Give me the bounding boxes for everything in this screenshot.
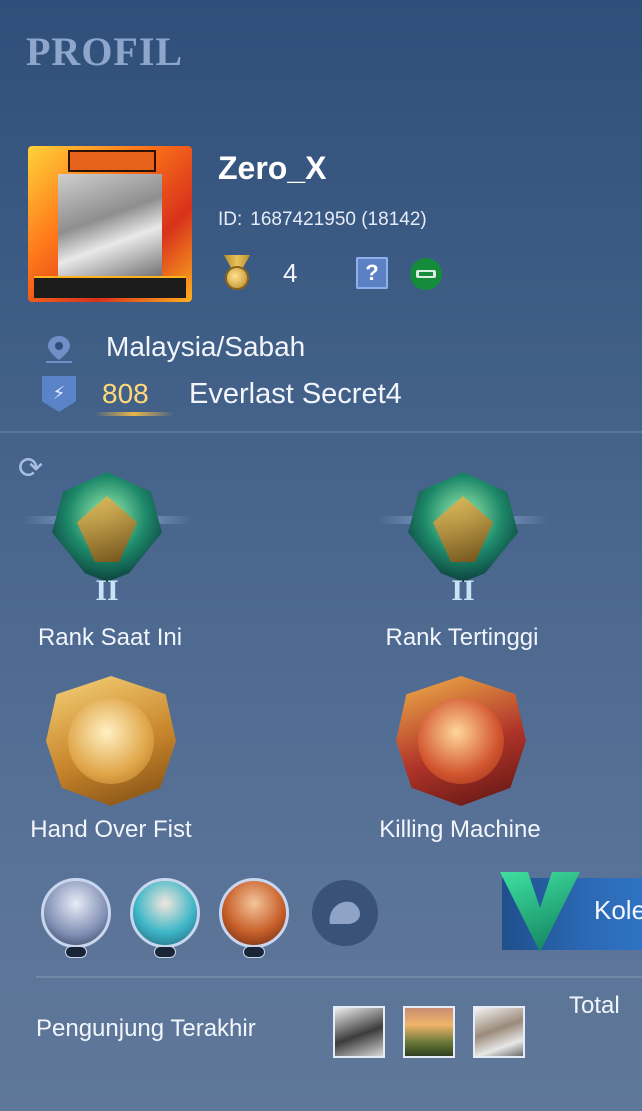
squad-shield-icon: ⚡ — [42, 376, 76, 412]
favorite-hero-1[interactable] — [41, 878, 111, 948]
player-id: ID: 1687421950 (18142) — [218, 209, 427, 231]
rank-current-tier: II — [95, 574, 119, 607]
avatar-photo — [58, 174, 162, 286]
squad-name[interactable]: Everlast Secret4 — [189, 378, 402, 411]
favorite-hero-3[interactable] — [219, 878, 289, 948]
divider — [36, 976, 642, 978]
recent-visitors-label: Pengunjung Terakhir — [36, 1015, 256, 1042]
unknown-badge-icon[interactable]: ? — [356, 257, 388, 289]
avatar-frame-base — [34, 276, 186, 298]
page-title: PROFIL — [26, 29, 184, 74]
rank-current-badge[interactable]: II — [22, 466, 192, 616]
username: Zero_X — [218, 150, 327, 186]
total-label: Total — [569, 992, 620, 1019]
achievement-killing-machine-label: Killing Machine — [379, 816, 541, 843]
divider — [0, 431, 642, 433]
achievement-killing-machine-badge[interactable] — [396, 676, 526, 806]
achievement-hand-over-fist-label: Hand Over Fist — [30, 816, 192, 843]
player-id-label: ID: — [218, 209, 243, 230]
squad-level: 808 — [102, 378, 149, 409]
hero-tag-icon — [243, 946, 265, 958]
avatar[interactable] — [28, 146, 192, 302]
visitor-avatar-2[interactable] — [403, 1006, 455, 1058]
medal-count: 4 — [283, 258, 298, 288]
medal-icon[interactable] — [220, 255, 254, 293]
avatar-banner — [68, 150, 156, 172]
favorite-hero-2[interactable] — [130, 878, 200, 948]
visitor-avatar-1[interactable] — [333, 1006, 385, 1058]
hero-placeholder-icon[interactable] — [312, 880, 378, 946]
flag-icon[interactable] — [410, 258, 442, 290]
rank-current-label: Rank Saat Ini — [37, 624, 183, 651]
achievement-hand-over-fist-badge[interactable] — [46, 676, 176, 806]
location-pin-icon — [42, 334, 76, 364]
hero-tag-icon — [154, 946, 176, 958]
squad-level-underline — [94, 412, 174, 416]
hero-tag-icon — [65, 946, 87, 958]
rank-highest-label: Rank Tertinggi — [385, 624, 539, 651]
rank-highest-tier: II — [451, 574, 475, 607]
rank-highest-badge[interactable]: II — [378, 466, 548, 616]
visitor-avatar-3[interactable] — [473, 1006, 525, 1058]
collection-label: Kole — [594, 895, 642, 925]
player-id-value: 1687421950 (18142) — [250, 209, 427, 230]
location-text: Malaysia/Sabah — [106, 331, 306, 362]
